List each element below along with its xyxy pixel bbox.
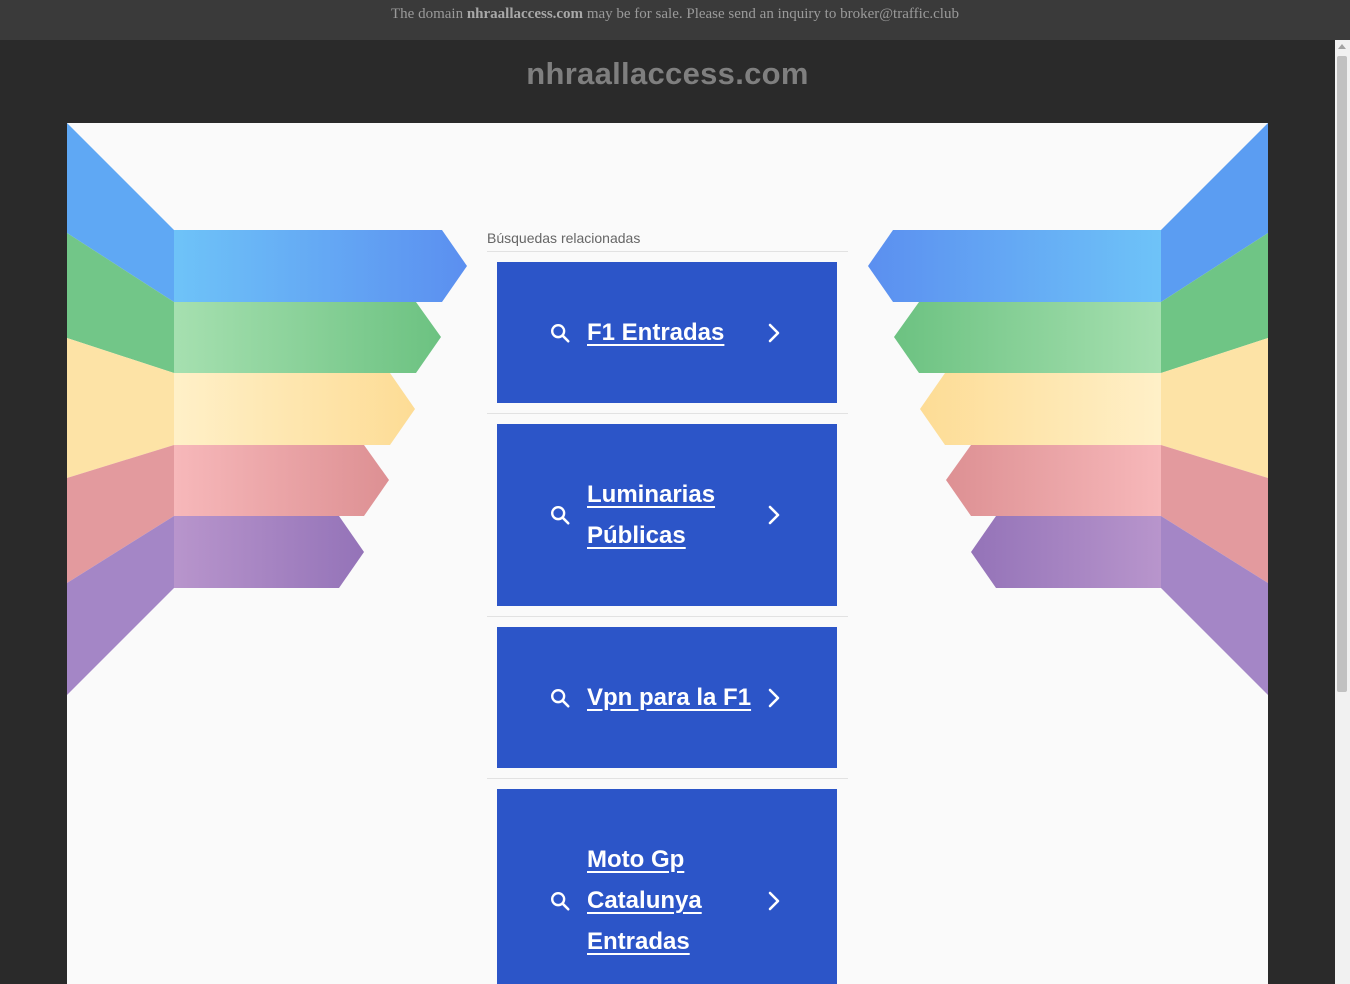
result-label[interactable]: F1 Entradas: [587, 312, 757, 353]
divider: [487, 616, 848, 617]
vertical-scrollbar[interactable]: [1335, 40, 1350, 984]
search-icon: [551, 323, 570, 343]
result-label[interactable]: Luminarias Públicas: [587, 474, 757, 556]
chevron-right-icon: [768, 505, 780, 525]
result-label[interactable]: Vpn para la F1: [587, 677, 762, 718]
related-search-result-f1-entradas[interactable]: F1 Entradas: [487, 262, 848, 414]
related-searches-title: Búsquedas relacionadas: [487, 230, 641, 246]
search-icon: [551, 688, 570, 708]
related-search-result-luminarias-publicas[interactable]: Luminarias Públicas: [487, 424, 848, 617]
domain-sale-banner: The domain nhraallaccess.com may be for …: [0, 0, 1350, 40]
divider: [487, 778, 848, 779]
search-icon: [551, 892, 570, 911]
result-label[interactable]: Moto Gp Catalunya Entradas: [587, 839, 727, 962]
related-search-result-moto-gp-catalunya-entradas[interactable]: Moto Gp Catalunya Entradas: [497, 789, 837, 984]
related-search-result-vpn-para-la-f1[interactable]: Vpn para la F1: [487, 627, 848, 779]
banner-domain: nhraallaccess.com: [466, 6, 584, 22]
site-title: nhraallaccess.com: [526, 56, 809, 91]
chevron-right-icon: [768, 688, 780, 707]
scroll-up-arrow-icon[interactable]: [1338, 44, 1346, 49]
banner-suffix: may be for sale. Please send an inquiry …: [583, 6, 959, 22]
banner-prefix: The domain: [391, 6, 467, 22]
divider: [487, 251, 848, 252]
chevron-right-icon: [768, 891, 780, 911]
divider: [487, 413, 848, 414]
chevron-right-icon: [768, 323, 780, 342]
scrollbar-thumb[interactable]: [1337, 56, 1347, 692]
search-icon: [551, 506, 570, 525]
parked-page-content: Búsquedas relacionadas F1 Entradas Lumin…: [67, 123, 1268, 984]
